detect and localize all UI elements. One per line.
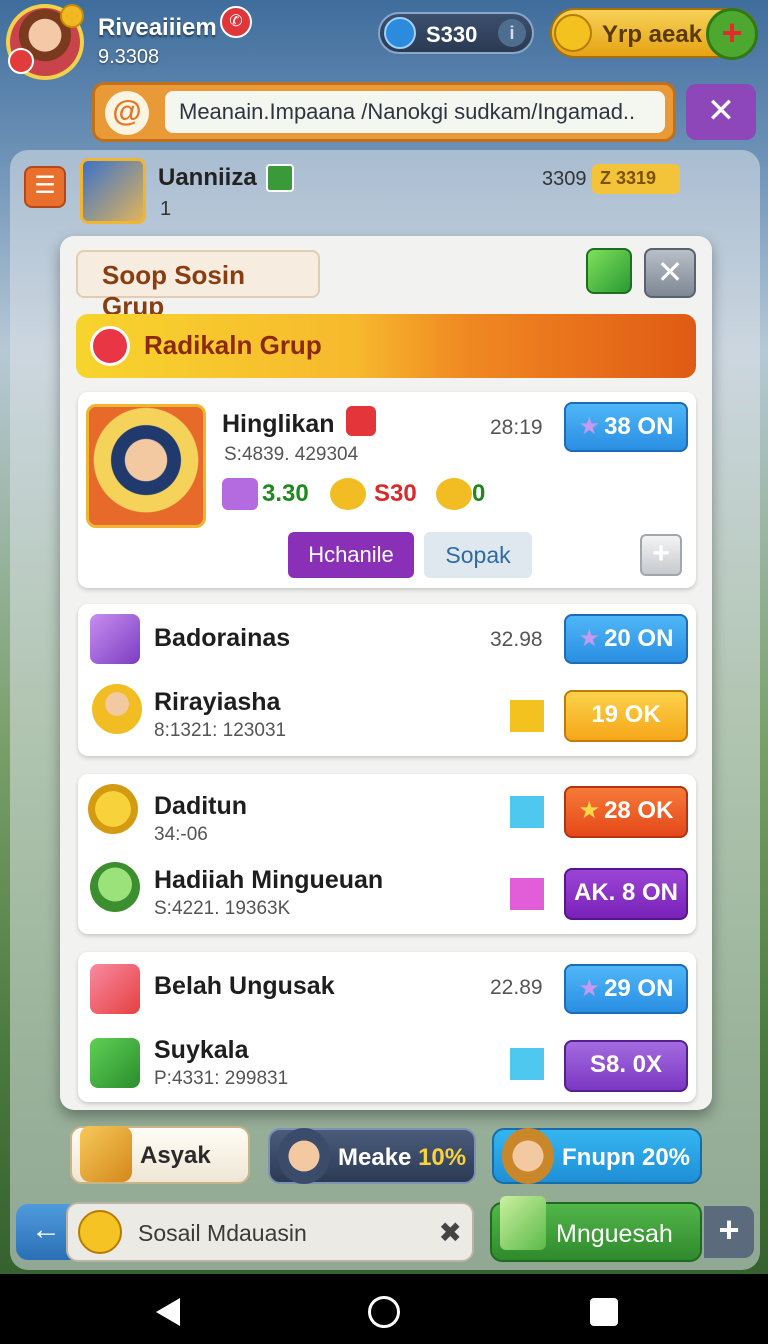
section-banner: Radikaln Grup: [76, 314, 696, 378]
gold-label: Yrp aeak: [602, 21, 703, 48]
cube-icon: [510, 1048, 544, 1080]
panel-score: 3309: [542, 168, 587, 190]
featured-action-button[interactable]: ★ 38 ON: [564, 402, 688, 452]
row-name: Suykala: [154, 1036, 249, 1064]
section-label: Radikaln Grup: [144, 330, 322, 360]
player-name: Riveaiiiem: [98, 14, 217, 41]
gold-coin-icon: [554, 14, 592, 52]
star-icon: ★: [578, 797, 601, 824]
search-bar[interactable]: @ Meanain.Impaana /Nanokgi sudkam/Ingama…: [92, 82, 676, 142]
gift-icon: [90, 964, 140, 1014]
row-action-button[interactable]: 19 OK: [564, 690, 688, 742]
at-icon: @: [105, 91, 149, 135]
cube-icon: [510, 878, 544, 910]
featured-portrait: [86, 404, 206, 528]
nav-recent-icon[interactable]: [590, 1298, 618, 1326]
row-sub: S:4221. 19363K: [154, 898, 291, 919]
star-icon: ★: [578, 975, 601, 1002]
friend-avatar[interactable]: [80, 158, 146, 224]
coin-stack-icon: [88, 784, 138, 834]
mnguesah-button[interactable]: Mnguesah: [490, 1196, 702, 1262]
coin-icon: [78, 1210, 122, 1254]
stat-gems: 3.30: [262, 480, 309, 507]
currency-icon: [384, 17, 416, 49]
row-action-button[interactable]: ★ 20 ON: [564, 614, 688, 664]
row-sub: P:4331: 299831: [154, 1068, 289, 1089]
gold-icon: [436, 478, 472, 510]
coins-icon: [330, 478, 366, 510]
row-name: Hadiiah Mingueuan: [154, 866, 384, 894]
cube-gift-icon: [500, 1196, 546, 1250]
group-icon: [90, 326, 130, 366]
green-gift-icon: [90, 1038, 140, 1088]
notification-icon[interactable]: ✆: [220, 6, 252, 38]
gem-icon: [222, 478, 258, 510]
meake-button[interactable]: Meake 10%: [268, 1128, 476, 1184]
friend-level: 1: [160, 198, 172, 220]
fnupn-button[interactable]: Fnupn 20%: [492, 1128, 702, 1184]
settings-badge-icon: [8, 48, 34, 74]
star-icon: ★: [578, 413, 601, 440]
player-avatar[interactable]: [6, 4, 84, 80]
box-icon: [80, 1126, 132, 1182]
monster-avatar: [90, 862, 140, 912]
modal-close-button[interactable]: ✕: [644, 248, 696, 298]
featured-time: 28:19: [490, 416, 543, 439]
cube-icon: [510, 700, 544, 732]
row-time: 22.89: [490, 976, 543, 999]
row-sub: 34:-06: [154, 824, 208, 845]
modal-title: Soop Sosin Grup: [76, 250, 320, 321]
gold-balance[interactable]: Yrp aeak +: [550, 8, 758, 60]
row-time: 32.98: [490, 628, 543, 651]
featured-id: S:4839. 429304: [224, 444, 359, 465]
search-input[interactable]: Meanain.Impaana /Nanokgi sudkam/Ingamad.…: [165, 91, 665, 133]
coin-badge-icon: [60, 4, 84, 28]
row-sub: 8:1321: 123031: [154, 720, 287, 741]
clear-icon[interactable]: ✖: [439, 1216, 462, 1249]
close-search-button[interactable]: ✕: [686, 84, 756, 140]
player-score: 9.3308: [98, 46, 160, 68]
speak-button[interactable]: Sopak: [424, 532, 532, 578]
add-cube-button[interactable]: +: [640, 534, 682, 576]
member-avatar: [92, 684, 142, 734]
home-badge-icon: [266, 164, 294, 192]
nav-back-icon[interactable]: [156, 1298, 180, 1326]
row-action-button[interactable]: AK. 8 ON: [564, 868, 688, 920]
cube-icon: [510, 796, 544, 828]
row-action-button[interactable]: ★ 29 ON: [564, 964, 688, 1014]
stat-coins: S30: [374, 480, 417, 507]
info-icon[interactable]: i: [498, 19, 526, 47]
gift-icon: [90, 614, 140, 664]
stat-gold: 0: [472, 480, 486, 507]
asyak-button[interactable]: Asyak: [70, 1126, 250, 1184]
coin-balance[interactable]: S330 i: [378, 12, 534, 54]
add-button[interactable]: +: [704, 1206, 754, 1258]
cube-icon[interactable]: [586, 248, 632, 294]
star-icon: ★: [578, 625, 601, 652]
row-action-button[interactable]: ★ 28 OK: [564, 786, 688, 838]
nav-home-icon[interactable]: [368, 1296, 400, 1328]
featured-name: Hinglikan: [222, 410, 335, 438]
challenge-button[interactable]: Hchanile: [288, 532, 414, 578]
row-name: Daditun: [154, 792, 248, 820]
coin-value: S330: [426, 22, 478, 47]
menu-icon[interactable]: ☰: [24, 166, 66, 208]
emoji-badge-icon: [346, 406, 376, 436]
friend-name: Uanniiza: [158, 164, 257, 191]
row-name: Rirayiasha: [154, 688, 281, 716]
row-action-button[interactable]: S8. 0X: [564, 1040, 688, 1092]
row-name: Badorainas: [154, 624, 291, 652]
panel-tag: Z 3319: [592, 164, 680, 194]
add-gold-button[interactable]: +: [706, 8, 758, 60]
social-search[interactable]: Sosail Mdauasin ✖: [66, 1202, 474, 1262]
social-search-label: Sosail Mdauasin: [138, 1220, 307, 1246]
row-name: Belah Ungusak: [154, 972, 335, 1000]
character-icon: [502, 1128, 554, 1184]
character-icon: [278, 1128, 330, 1184]
